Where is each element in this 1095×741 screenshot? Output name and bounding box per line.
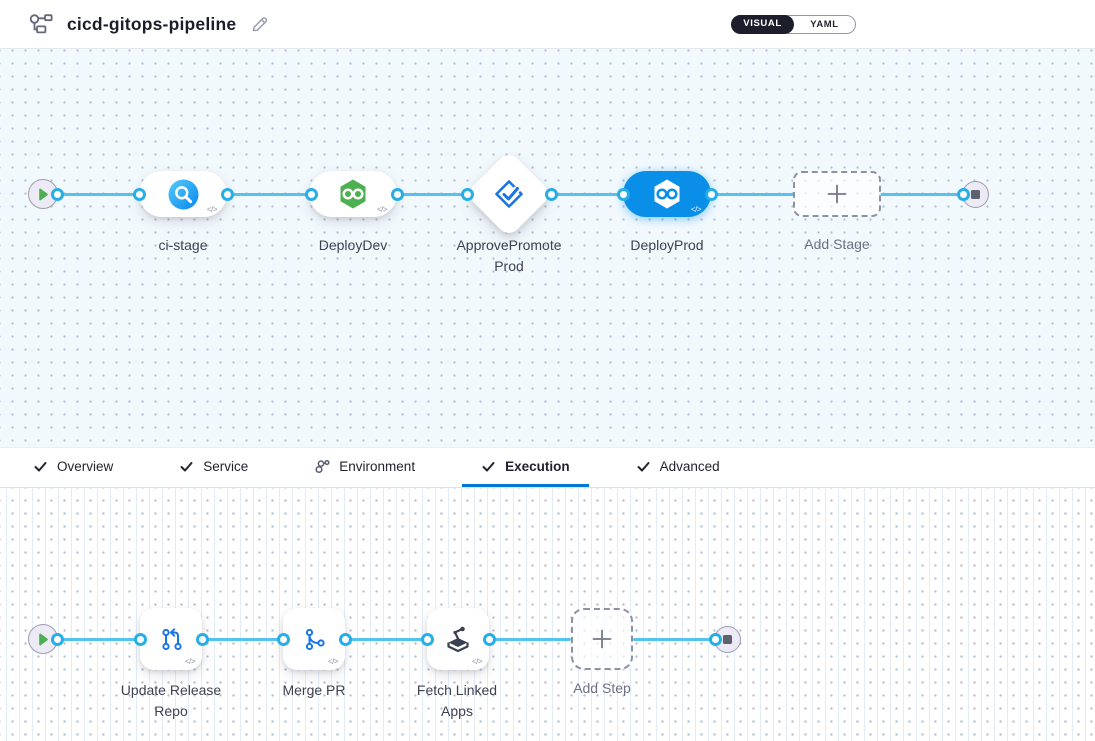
port[interactable] [221, 188, 234, 201]
stage-node-deployprod[interactable]: </> [623, 171, 711, 217]
cd-hexagon-infinity-icon [337, 178, 369, 210]
step-node-update-release-repo[interactable]: </> [140, 608, 202, 670]
stage-config-tabs: Overview Service Environment Execution A… [0, 447, 1095, 488]
step-label: Merge PR [254, 680, 374, 701]
code-icon: </> [207, 205, 217, 214]
toggle-visual[interactable]: VISUAL [731, 15, 794, 34]
edge [397, 193, 469, 196]
check-icon [33, 459, 48, 474]
port[interactable] [391, 188, 404, 201]
port[interactable] [421, 633, 434, 646]
check-icon [179, 459, 194, 474]
edge [345, 638, 427, 641]
gitops-fetch-apps-icon [442, 623, 474, 655]
tab-label: Execution [505, 459, 570, 474]
check-icon [636, 459, 651, 474]
edge [549, 193, 625, 196]
play-icon [37, 188, 49, 201]
step-node-merge-pr[interactable]: </> [283, 608, 345, 670]
stage-label: ci-stage [123, 235, 243, 256]
environment-graph-icon [314, 459, 330, 474]
code-icon: </> [185, 657, 195, 666]
port[interactable] [483, 633, 496, 646]
edge [57, 638, 140, 641]
stage-node-approvepromoteprod[interactable] [465, 150, 553, 238]
stage-label: ApprovePromoteProd [453, 235, 565, 277]
port[interactable] [339, 633, 352, 646]
plus-icon [826, 183, 848, 205]
header: cicd-gitops-pipeline VISUAL YAML [0, 0, 1095, 49]
port[interactable] [461, 188, 474, 201]
cd-hexagon-infinity-icon [651, 178, 683, 210]
add-step-label: Add Step [542, 678, 662, 699]
edge [57, 193, 141, 196]
tab-label: Overview [57, 459, 113, 474]
edge [879, 193, 965, 196]
visual-yaml-toggle[interactable]: VISUAL YAML [731, 15, 856, 34]
edge [489, 638, 571, 641]
port[interactable] [51, 633, 64, 646]
step-label: Fetch Linked Apps [407, 680, 507, 722]
plus-icon [591, 628, 613, 650]
stage-node-deploydev[interactable]: </> [309, 171, 397, 217]
edge [711, 193, 795, 196]
stage-canvas: </> </> </> [0, 49, 1095, 447]
port[interactable] [134, 633, 147, 646]
stop-icon [723, 635, 732, 644]
tab-advanced[interactable]: Advanced [617, 448, 739, 487]
port[interactable] [709, 633, 722, 646]
edge [227, 193, 313, 196]
edge [633, 638, 717, 641]
execution-canvas: </> </> </> [0, 488, 1095, 741]
port[interactable] [133, 188, 146, 201]
stage-node-ci-stage[interactable]: </> [139, 171, 227, 217]
toggle-yaml[interactable]: YAML [794, 19, 855, 30]
port[interactable] [957, 188, 970, 201]
edge [202, 638, 283, 641]
git-merge-icon [299, 624, 330, 655]
stage-label: DeployProd [607, 235, 727, 256]
pipeline-graph-icon [28, 13, 55, 35]
edit-pencil-icon[interactable] [250, 15, 269, 34]
port[interactable] [617, 188, 630, 201]
ci-build-icon [168, 179, 199, 210]
add-step-button[interactable] [571, 608, 633, 670]
git-update-repo-icon [156, 624, 187, 655]
stage-label: DeployDev [293, 235, 413, 256]
tab-environment[interactable]: Environment [295, 448, 434, 487]
tab-overview[interactable]: Overview [14, 448, 132, 487]
tab-execution[interactable]: Execution [462, 448, 589, 487]
page-title: cicd-gitops-pipeline [67, 14, 236, 35]
code-icon: </> [691, 205, 701, 214]
tab-label: Environment [339, 459, 415, 474]
port[interactable] [305, 188, 318, 201]
step-label: Update Release Repo [115, 680, 227, 722]
port[interactable] [196, 633, 209, 646]
add-stage-button[interactable] [793, 171, 881, 217]
code-icon: </> [377, 205, 387, 214]
stop-icon [971, 190, 980, 199]
port[interactable] [545, 188, 558, 201]
port[interactable] [705, 188, 718, 201]
port[interactable] [51, 188, 64, 201]
code-icon: </> [472, 657, 482, 666]
add-stage-label: Add Stage [777, 234, 897, 255]
play-icon [37, 633, 49, 646]
tab-label: Advanced [660, 459, 720, 474]
tab-service[interactable]: Service [160, 448, 267, 487]
tab-label: Service [203, 459, 248, 474]
code-icon: </> [328, 657, 338, 666]
port[interactable] [277, 633, 290, 646]
step-node-fetch-linked-apps[interactable]: </> [427, 608, 489, 670]
check-icon [481, 459, 496, 474]
